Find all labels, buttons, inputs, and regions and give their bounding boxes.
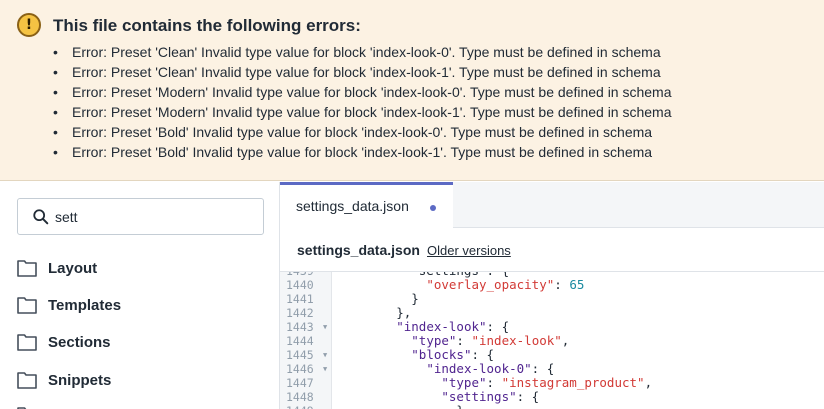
warning-circle-icon: ! — [17, 13, 41, 37]
folder-icon — [17, 297, 37, 314]
search-input[interactable] — [55, 207, 255, 227]
line-number: 1448 — [286, 390, 314, 404]
error-item: Error: Preset 'Bold' Invalid type value … — [53, 142, 672, 162]
file-header: settings_data.json Older versions — [280, 228, 824, 272]
line-number: 1444 — [286, 334, 314, 348]
unsaved-dot-icon — [430, 205, 436, 211]
code-line: 1441 } — [280, 291, 824, 307]
line-number: 1449 — [286, 404, 322, 409]
sidebar-item-label: Templates — [48, 296, 122, 314]
code-line: 1443 ▼ "index-look": { — [280, 319, 824, 335]
code-text: "type": "index-look", — [411, 333, 570, 348]
line-number: 1440 — [286, 278, 314, 292]
error-item: Error: Preset 'Modern' Invalid type valu… — [53, 102, 672, 122]
search-box[interactable] — [17, 198, 264, 235]
line-number: 1442 — [286, 306, 314, 320]
folder-icon — [17, 334, 37, 351]
code-text: "index-look": { — [396, 319, 510, 334]
error-item: Error: Preset 'Clean' Invalid type value… — [53, 62, 672, 82]
search-icon — [33, 209, 49, 225]
fold-arrow-icon[interactable]: ▼ — [323, 362, 331, 376]
code-line: 1440 "overlay_opacity": 65 — [280, 277, 824, 293]
code-text: "blocks": { — [411, 347, 495, 362]
code-line: 1448 "settings": { — [280, 389, 824, 405]
banner-title: This file contains the following errors: — [53, 16, 361, 35]
code-text: "type": "instagram_product", — [441, 375, 653, 390]
tab-settings-data[interactable]: settings_data.json — [280, 182, 453, 228]
sidebar-item-label: Layout — [48, 259, 98, 277]
fold-arrow-icon[interactable]: ▼ — [323, 320, 331, 334]
line-number: 1447 — [286, 376, 314, 390]
code-line: 1445 ▼ "blocks": { — [280, 347, 824, 363]
code-text: } — [336, 291, 419, 306]
code-line: 1444 "type": "index-look", — [280, 333, 824, 349]
code-line: 1449 } — [280, 404, 824, 409]
code-line: 1442 }, — [280, 305, 824, 321]
code-line: 1447 "type": "instagram_product", — [280, 375, 824, 391]
code-text: "index-look-0": { — [426, 361, 555, 376]
sidebar-item-layout[interactable]: Layout — [17, 256, 97, 280]
line-number: 1446 — [286, 362, 314, 376]
code-text: } — [336, 404, 464, 409]
error-item: Error: Preset 'Bold' Invalid type value … — [53, 122, 672, 142]
sidebar-item-templates[interactable]: Templates — [17, 293, 121, 317]
file-sidebar: Layout Templates Sections Snippets — [0, 182, 280, 409]
error-list: Error: Preset 'Clean' Invalid type value… — [53, 42, 672, 162]
line-number: 1441 — [286, 292, 314, 306]
code-editor[interactable]: 1439 "settings": {1440 "overlay_opacity"… — [280, 272, 824, 409]
line-number: 1445 — [286, 348, 314, 362]
fold-arrow-icon[interactable]: ▼ — [323, 348, 331, 362]
folder-icon — [17, 372, 37, 389]
sidebar-item-partial[interactable] — [17, 403, 48, 409]
folder-icon — [17, 260, 37, 277]
sidebar-item-sections[interactable]: Sections — [17, 330, 111, 354]
older-versions-link[interactable]: Older versions — [427, 243, 511, 258]
file-name: settings_data.json — [297, 242, 420, 258]
code-text: }, — [336, 305, 412, 320]
editor-tab-bar: settings_data.json — [280, 182, 824, 228]
error-item: Error: Preset 'Modern' Invalid type valu… — [53, 82, 672, 102]
sidebar-item-label: Snippets — [48, 371, 112, 389]
tab-label: settings_data.json — [296, 198, 409, 214]
error-banner: ! This file contains the following error… — [0, 0, 824, 181]
sidebar-item-label: Sections — [48, 333, 111, 351]
line-number: 1443 — [286, 320, 314, 334]
error-item: Error: Preset 'Clean' Invalid type value… — [53, 42, 672, 62]
code-text: "overlay_opacity": 65 — [426, 277, 585, 292]
code-text: "settings": { — [441, 389, 540, 404]
sidebar-item-snippets[interactable]: Snippets — [17, 368, 111, 392]
code-line: 1446 ▼ "index-look-0": { — [280, 361, 824, 377]
